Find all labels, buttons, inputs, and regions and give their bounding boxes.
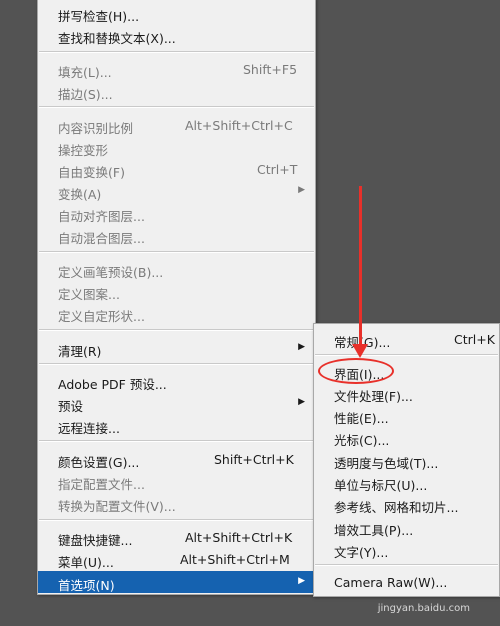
menu-item-label: 变换(A) — [58, 187, 102, 202]
menu-item-label: 清理(R) — [58, 344, 102, 359]
menu-item-remote-connections[interactable]: 远程连接... — [38, 414, 315, 436]
menu-item-label: 操控变形 — [58, 143, 109, 158]
menu-item-label: Camera Raw(W)... — [334, 575, 448, 590]
menu-item-define-brush[interactable]: 定义画笔预设(B)... — [38, 258, 315, 280]
menu-separator — [39, 251, 314, 253]
submenu-arrow-icon: ▶ — [298, 185, 305, 195]
menu-item-shortcut: Alt+Shift+Ctrl+C — [185, 118, 293, 133]
menu-separator — [315, 354, 498, 356]
menu-item-label: 内容识别比例 — [58, 121, 134, 136]
menu-item-shortcut: Ctrl+K — [454, 332, 495, 347]
submenu-arrow-icon: ▶ — [298, 397, 305, 407]
menu-item-convert-profile[interactable]: 转换为配置文件(V)... — [38, 492, 315, 514]
submenu-item-guides-grid-slices[interactable]: 参考线、网格和切片... — [314, 493, 499, 515]
menu-separator — [39, 519, 314, 521]
menu-item-shortcut: Alt+Shift+Ctrl+M — [180, 552, 290, 567]
menu-item-label: 自动对齐图层... — [58, 209, 145, 224]
menu-item-keyboard-shortcuts[interactable]: 键盘快捷键... Alt+Shift+Ctrl+K — [38, 526, 315, 548]
menu-item-puppet-warp[interactable]: 操控变形 — [38, 136, 315, 158]
menu-item-auto-align-layers[interactable]: 自动对齐图层... — [38, 202, 315, 224]
submenu-item-type[interactable]: 文字(Y)... — [314, 538, 499, 560]
menu-item-presets[interactable]: 预设 ▶ — [38, 392, 315, 414]
menu-separator — [39, 106, 314, 108]
menu-item-assign-profile[interactable]: 指定配置文件... — [38, 470, 315, 492]
menu-item-menus[interactable]: 菜单(U)... Alt+Shift+Ctrl+M — [38, 548, 315, 570]
menu-item-label: 文字(Y)... — [334, 545, 389, 560]
menu-separator — [39, 329, 314, 331]
menu-item-label: 菜单(U)... — [58, 555, 114, 570]
menu-separator — [39, 440, 314, 442]
menu-item-label: 定义自定形状... — [58, 309, 145, 324]
menu-item-label: 远程连接... — [58, 421, 120, 436]
menu-item-label: 拼写检查(H)... — [58, 9, 140, 24]
submenu-arrow-icon: ▶ — [298, 576, 305, 586]
menu-item-label: 自由变换(F) — [58, 165, 125, 180]
submenu-item-plugins[interactable]: 增效工具(P)... — [314, 516, 499, 538]
menu-item-fill[interactable]: 填充(L)... Shift+F5 — [38, 58, 315, 80]
menu-item-label: 单位与标尺(U)... — [334, 478, 428, 493]
submenu-item-units-rulers[interactable]: 单位与标尺(U)... — [314, 471, 499, 493]
menu-item-find-replace[interactable]: 查找和替换文本(X)... — [38, 24, 315, 46]
menu-separator — [39, 363, 314, 365]
menu-item-free-transform[interactable]: 自由变换(F) Ctrl+T — [38, 158, 315, 180]
menu-item-content-aware-scale[interactable]: 内容识别比例 Alt+Shift+Ctrl+C — [38, 114, 315, 136]
menu-item-label: 透明度与色域(T)... — [334, 456, 439, 471]
submenu-item-file-handling[interactable]: 文件处理(F)... — [314, 382, 499, 404]
menu-item-label: 首选项(N) — [58, 578, 115, 593]
annotation-arrow-shaft — [359, 186, 362, 346]
menu-separator — [39, 51, 314, 53]
edit-menu: 拼写检查(H)... 查找和替换文本(X)... 填充(L)... Shift+… — [37, 0, 316, 595]
menu-item-label: 键盘快捷键... — [58, 533, 133, 548]
menu-item-label: 颜色设置(G)... — [58, 455, 140, 470]
menu-item-label: 预设 — [58, 399, 84, 414]
menu-item-label: 性能(E)... — [334, 411, 389, 426]
menu-item-label: 定义画笔预设(B)... — [58, 265, 164, 280]
annotation-arrow-head — [352, 344, 368, 358]
menu-item-label: 定义图案... — [58, 287, 120, 302]
menu-item-label: 描边(S)... — [58, 87, 113, 102]
menu-item-label: 参考线、网格和切片... — [334, 500, 459, 515]
menu-item-preferences[interactable]: 首选项(N) ▶ — [38, 571, 315, 593]
menu-item-spell-check[interactable]: 拼写检查(H)... — [38, 2, 315, 24]
submenu-item-camera-raw[interactable]: Camera Raw(W)... — [314, 571, 499, 593]
menu-item-label: 填充(L)... — [58, 65, 112, 80]
submenu-item-cursors[interactable]: 光标(C)... — [314, 426, 499, 448]
menu-item-define-pattern[interactable]: 定义图案... — [38, 280, 315, 302]
menu-item-purge[interactable]: 清理(R) ▶ — [38, 337, 315, 359]
menu-item-transform[interactable]: 变换(A) ▶ — [38, 180, 315, 202]
menu-item-label: 查找和替换文本(X)... — [58, 31, 176, 46]
menu-separator — [315, 564, 498, 566]
menu-item-label: Adobe PDF 预设... — [58, 377, 167, 392]
menu-item-pdf-presets[interactable]: Adobe PDF 预设... — [38, 370, 315, 392]
menu-item-define-shape[interactable]: 定义自定形状... — [38, 302, 315, 324]
menu-item-shortcut: Shift+F5 — [243, 62, 298, 77]
watermark: jingyan.baidu.com — [377, 603, 470, 614]
menu-item-auto-blend-layers[interactable]: 自动混合图层... — [38, 224, 315, 246]
menu-item-label: 增效工具(P)... — [334, 523, 414, 538]
submenu-item-general[interactable]: 常规(G)... Ctrl+K — [314, 328, 499, 350]
menu-item-label: 文件处理(F)... — [334, 389, 413, 404]
menu-item-label: 自动混合图层... — [58, 231, 145, 246]
submenu-item-transparency-gamut[interactable]: 透明度与色域(T)... — [314, 449, 499, 471]
submenu-item-performance[interactable]: 性能(E)... — [314, 404, 499, 426]
menu-item-color-settings[interactable]: 颜色设置(G)... Shift+Ctrl+K — [38, 448, 315, 470]
menu-item-shortcut: Alt+Shift+Ctrl+K — [185, 530, 293, 545]
annotation-highlight-circle — [318, 358, 394, 384]
menu-item-label: 转换为配置文件(V)... — [58, 499, 176, 514]
menu-item-label: 指定配置文件... — [58, 477, 145, 492]
menu-item-shortcut: Shift+Ctrl+K — [214, 452, 294, 467]
submenu-arrow-icon: ▶ — [298, 342, 305, 352]
menu-item-shortcut: Ctrl+T — [257, 162, 298, 177]
menu-item-label: 光标(C)... — [334, 433, 390, 448]
menu-item-stroke[interactable]: 描边(S)... — [38, 80, 315, 102]
